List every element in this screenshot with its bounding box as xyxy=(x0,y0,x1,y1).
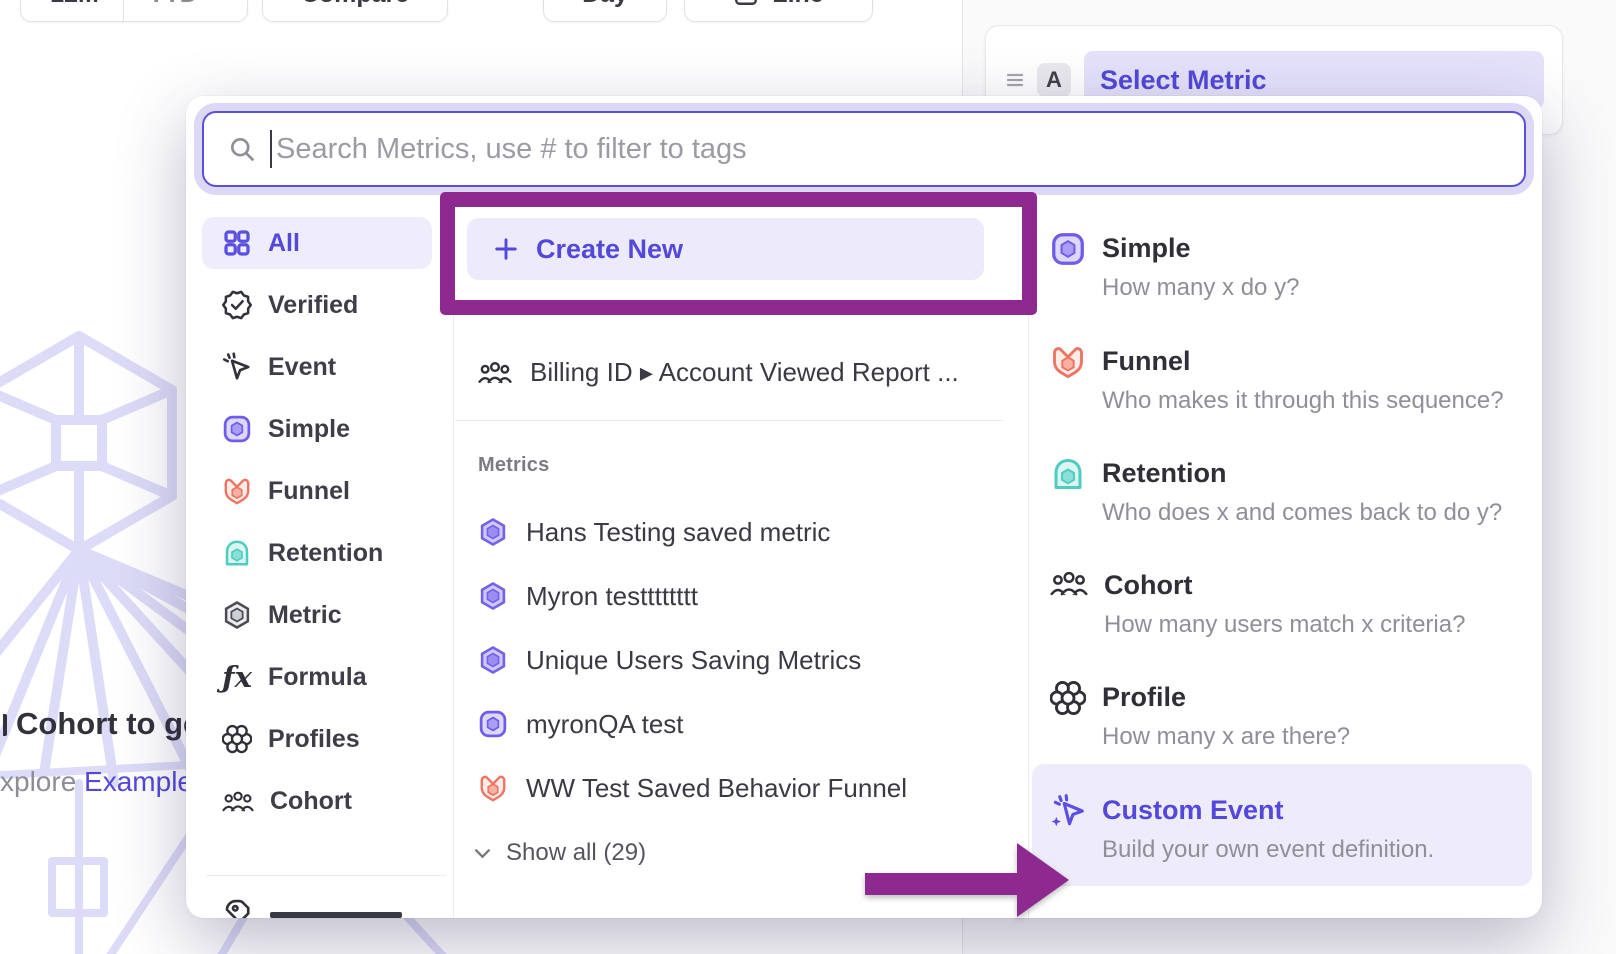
clipped-list-item-label xyxy=(270,912,402,918)
saved-metric-hexagon-icon xyxy=(478,645,508,675)
simple-metric-icon xyxy=(478,709,508,739)
filter-event[interactable]: Event xyxy=(202,341,432,393)
filter-funnel[interactable]: Funnel xyxy=(202,465,432,517)
empty-state-headline: Cohort to ge xyxy=(0,706,200,742)
event-cursor-icon xyxy=(222,352,252,382)
simple-metric-icon xyxy=(1050,231,1086,267)
metric-type-retention[interactable]: Retention Who does x and comes back to d… xyxy=(1050,456,1502,528)
simple-metric-icon xyxy=(222,414,252,444)
filter-cohort[interactable]: Cohort xyxy=(202,775,432,827)
date-range-control: 12M YTD xyxy=(20,0,248,22)
recent-item-billing[interactable]: Billing ID ▸ Account Viewed Report ... xyxy=(478,350,959,394)
tag-icon[interactable] xyxy=(222,896,252,918)
sidebar-divider xyxy=(206,875,446,876)
create-new-button[interactable]: Create New xyxy=(467,218,984,280)
drag-handle-icon[interactable] xyxy=(1006,72,1024,88)
filter-verified[interactable]: Verified xyxy=(202,279,432,331)
filter-retention[interactable]: Retention xyxy=(202,527,432,579)
column-divider xyxy=(1028,216,1029,918)
profiles-cluster-icon xyxy=(1050,680,1086,716)
grid-icon xyxy=(222,228,252,258)
text-caret xyxy=(270,130,272,168)
retention-metric-icon xyxy=(222,538,252,568)
cohort-people-icon xyxy=(1050,568,1088,598)
filter-simple[interactable]: Simple xyxy=(202,403,432,455)
section-divider xyxy=(455,420,1003,421)
metric-type-cohort[interactable]: Cohort How many users match x criteria? xyxy=(1050,568,1465,640)
filter-formula[interactable]: ƒx Formula xyxy=(202,651,432,703)
granularity-day-button[interactable]: Day xyxy=(543,0,667,22)
formula-fx-icon: ƒx xyxy=(222,660,252,694)
filter-profiles[interactable]: Profiles xyxy=(202,713,432,765)
column-divider xyxy=(453,216,454,918)
show-all-button[interactable]: Show all (29) xyxy=(474,836,646,870)
empty-state-subtext: xplore Example xyxy=(0,766,206,798)
metric-list-item[interactable]: WW Test Saved Behavior Funnel xyxy=(478,766,907,810)
verified-badge-icon xyxy=(222,290,252,320)
metric-list-item[interactable]: myronQA test xyxy=(478,702,684,746)
metric-type-profile[interactable]: Profile How many x are there? xyxy=(1050,680,1350,752)
search-input[interactable] xyxy=(276,133,1500,166)
app-screen: Cohort to ge xplore Example 12M YTD Comp… xyxy=(0,0,1616,954)
metric-picker-modal: All Verified Event Simple xyxy=(186,96,1542,918)
metrics-header: Metrics xyxy=(478,454,549,477)
date-range-12m-button[interactable]: 12M xyxy=(26,0,123,21)
metric-list-item[interactable]: Myron testttttttt xyxy=(478,574,698,618)
chevron-down-icon xyxy=(474,848,491,859)
metric-type-custom-event[interactable]: Custom Event Build your own event defini… xyxy=(1050,793,1434,865)
search-icon xyxy=(228,135,256,163)
saved-metric-hexagon-icon xyxy=(478,517,508,547)
filter-all[interactable]: All xyxy=(202,217,432,269)
metric-hexagon-icon xyxy=(222,600,252,630)
compare-button[interactable]: Compare xyxy=(262,0,448,22)
saved-metric-hexagon-icon xyxy=(478,581,508,611)
retention-metric-icon xyxy=(1050,456,1086,492)
cohort-people-icon xyxy=(478,359,512,385)
metric-list-item[interactable]: Hans Testing saved metric xyxy=(478,510,830,554)
funnel-metric-icon xyxy=(222,476,252,506)
profiles-cluster-icon xyxy=(222,724,252,754)
metric-type-simple[interactable]: Simple How many x do y? xyxy=(1050,231,1299,303)
chart-type-line-button[interactable]: Line xyxy=(684,0,873,22)
plus-icon xyxy=(493,236,519,262)
custom-event-cursor-icon xyxy=(1050,793,1086,829)
date-range-ytd-button[interactable]: YTD xyxy=(123,0,242,21)
recents-header: Recents xyxy=(478,298,557,321)
funnel-metric-icon xyxy=(478,773,508,803)
series-a-badge: A xyxy=(1037,63,1071,97)
line-chart-icon xyxy=(733,0,759,7)
example-link[interactable]: Example xyxy=(84,766,193,797)
clipped-char-fragment xyxy=(0,714,7,736)
metric-type-funnel[interactable]: Funnel Who makes it through this sequenc… xyxy=(1050,344,1504,416)
cohort-people-icon xyxy=(222,789,254,813)
metric-list-item[interactable]: Unique Users Saving Metrics xyxy=(478,638,861,682)
funnel-metric-icon xyxy=(1050,344,1086,380)
filter-metric[interactable]: Metric xyxy=(202,589,432,641)
metric-search-bar xyxy=(202,111,1526,187)
